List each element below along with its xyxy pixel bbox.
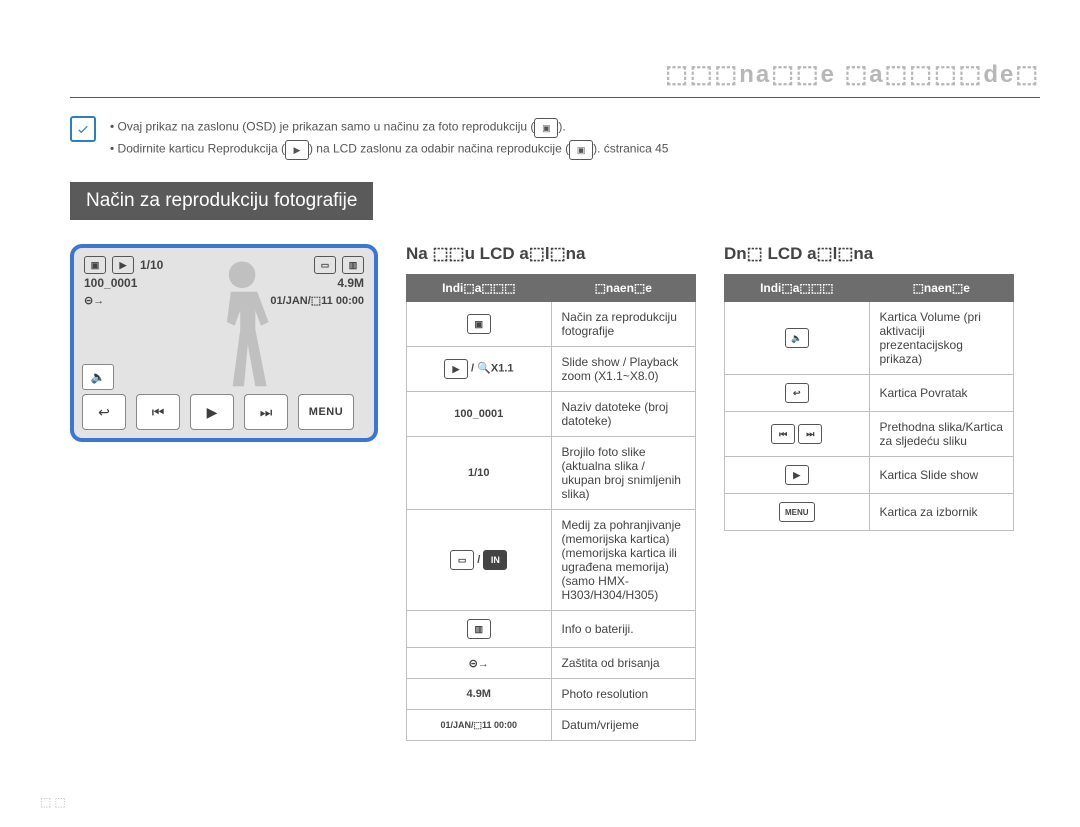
menu-icon: MENU [779,502,815,522]
prev-icon: ⏮ [771,424,795,444]
zoom-label: 🔍X1.1 [477,363,513,375]
table-row: 01/JAN/⬚11 00:00Datum/vrijeme [407,710,696,741]
volume-icon: 🔈 [785,328,809,348]
table-row: 1/10Brojilo foto slike (aktualna slika /… [407,437,696,510]
next-image-tab[interactable]: ⏭ [244,394,288,430]
prev-image-tab[interactable]: ⏮ [136,394,180,430]
table-row: ↩Kartica Povratak [725,375,1014,412]
chapter-title: ⬚⬚⬚na⬚⬚e ⬚a⬚⬚⬚⬚de⬚ [70,60,1040,98]
right-subhead: Dn⬚ LCD a⬚l⬚na [724,244,1014,264]
left-th-indicator: Indi⬚a⬚⬚⬚ [407,275,552,302]
table-row: MENUKartica za izbornik [725,494,1014,531]
table-row: ⊝→Zaštita od brisanja [407,648,696,679]
right-th-indicator: Indi⬚a⬚⬚⬚ [725,275,870,302]
menu-tab[interactable]: MENU [298,394,354,430]
note-line-1: • Ovaj prikaz na zaslonu (OSD) je prikaz… [110,118,668,138]
internal-mem-icon: IN [483,550,507,570]
lcd-counter: 1/10 [140,258,163,272]
volume-tab[interactable]: 🔈 [82,364,114,390]
check-icon [70,116,96,142]
lcd-resolution: 4.9M [337,276,364,290]
protect-icon: ⊝→ [84,294,104,307]
return-tab[interactable]: ↩ [82,394,126,430]
right-th-meaning: ⬚naen⬚e [869,275,1014,302]
table-row: 100_0001Naziv datoteke (broj datoteke) [407,392,696,437]
table-row: 4.9MPhoto resolution [407,679,696,710]
battery-icon: ▥ [342,256,364,274]
battery-icon: ▥ [467,619,491,639]
photo-mode-icon: ▣ [534,118,558,138]
photo-mode-icon: ▣ [84,256,106,274]
protect-icon: ⊝→ [469,658,489,670]
left-th-meaning: ⬚naen⬚e [551,275,696,302]
lcd-preview: ▣ ▶ 1/10 ▭ ▥ 100_0001 4.9M ⊝→ 01/JAN/⬚11… [70,244,378,442]
lcd-folder: 100_0001 [84,276,137,290]
table-row: ▭ / INMedij za pohranjivanje (memorijska… [407,510,696,611]
slideshow-icon: ▶ [785,465,809,485]
page-number: ⬚⬚ [40,795,69,809]
play-tab-icon: ▶ [285,140,309,160]
play-icon: ▶ [444,359,468,379]
table-row: 🔈Kartica Volume (pri aktivaciji prezenta… [725,302,1014,375]
slideshow-tab[interactable]: ▶ [190,394,234,430]
right-osd-table: Indi⬚a⬚⬚⬚ ⬚naen⬚e 🔈Kartica Volume (pri a… [724,274,1014,531]
table-row: ⏮ ⏭Prethodna slika/Kartica za sljedeću s… [725,412,1014,457]
note-line-2: • Dodirnite karticu Reprodukcija (▶) na … [110,140,668,160]
card-icon: ▭ [314,256,336,274]
table-row: ▶ / 🔍X1.1Slide show / Playback zoom (X1.… [407,347,696,392]
table-row: ▶Kartica Slide show [725,457,1014,494]
section-title: Način za reprodukciju fotografije [70,182,373,220]
table-row: ▣Način za reprodukciju fotografije [407,302,696,347]
note-block: • Ovaj prikaz na zaslonu (OSD) je prikaz… [70,116,1040,162]
photo-mode-icon: ▣ [569,140,593,160]
table-row: ▥Info o bateriji. [407,611,696,648]
left-subhead: Na ⬚⬚u LCD a⬚l⬚na [406,244,696,264]
card-icon: ▭ [450,550,474,570]
photo-mode-icon: ▣ [467,314,491,334]
next-icon: ⏭ [798,424,822,444]
play-icon: ▶ [112,256,134,274]
left-osd-table: Indi⬚a⬚⬚⬚ ⬚naen⬚e ▣Način za reprodukciju… [406,274,696,741]
return-icon: ↩ [785,383,809,403]
